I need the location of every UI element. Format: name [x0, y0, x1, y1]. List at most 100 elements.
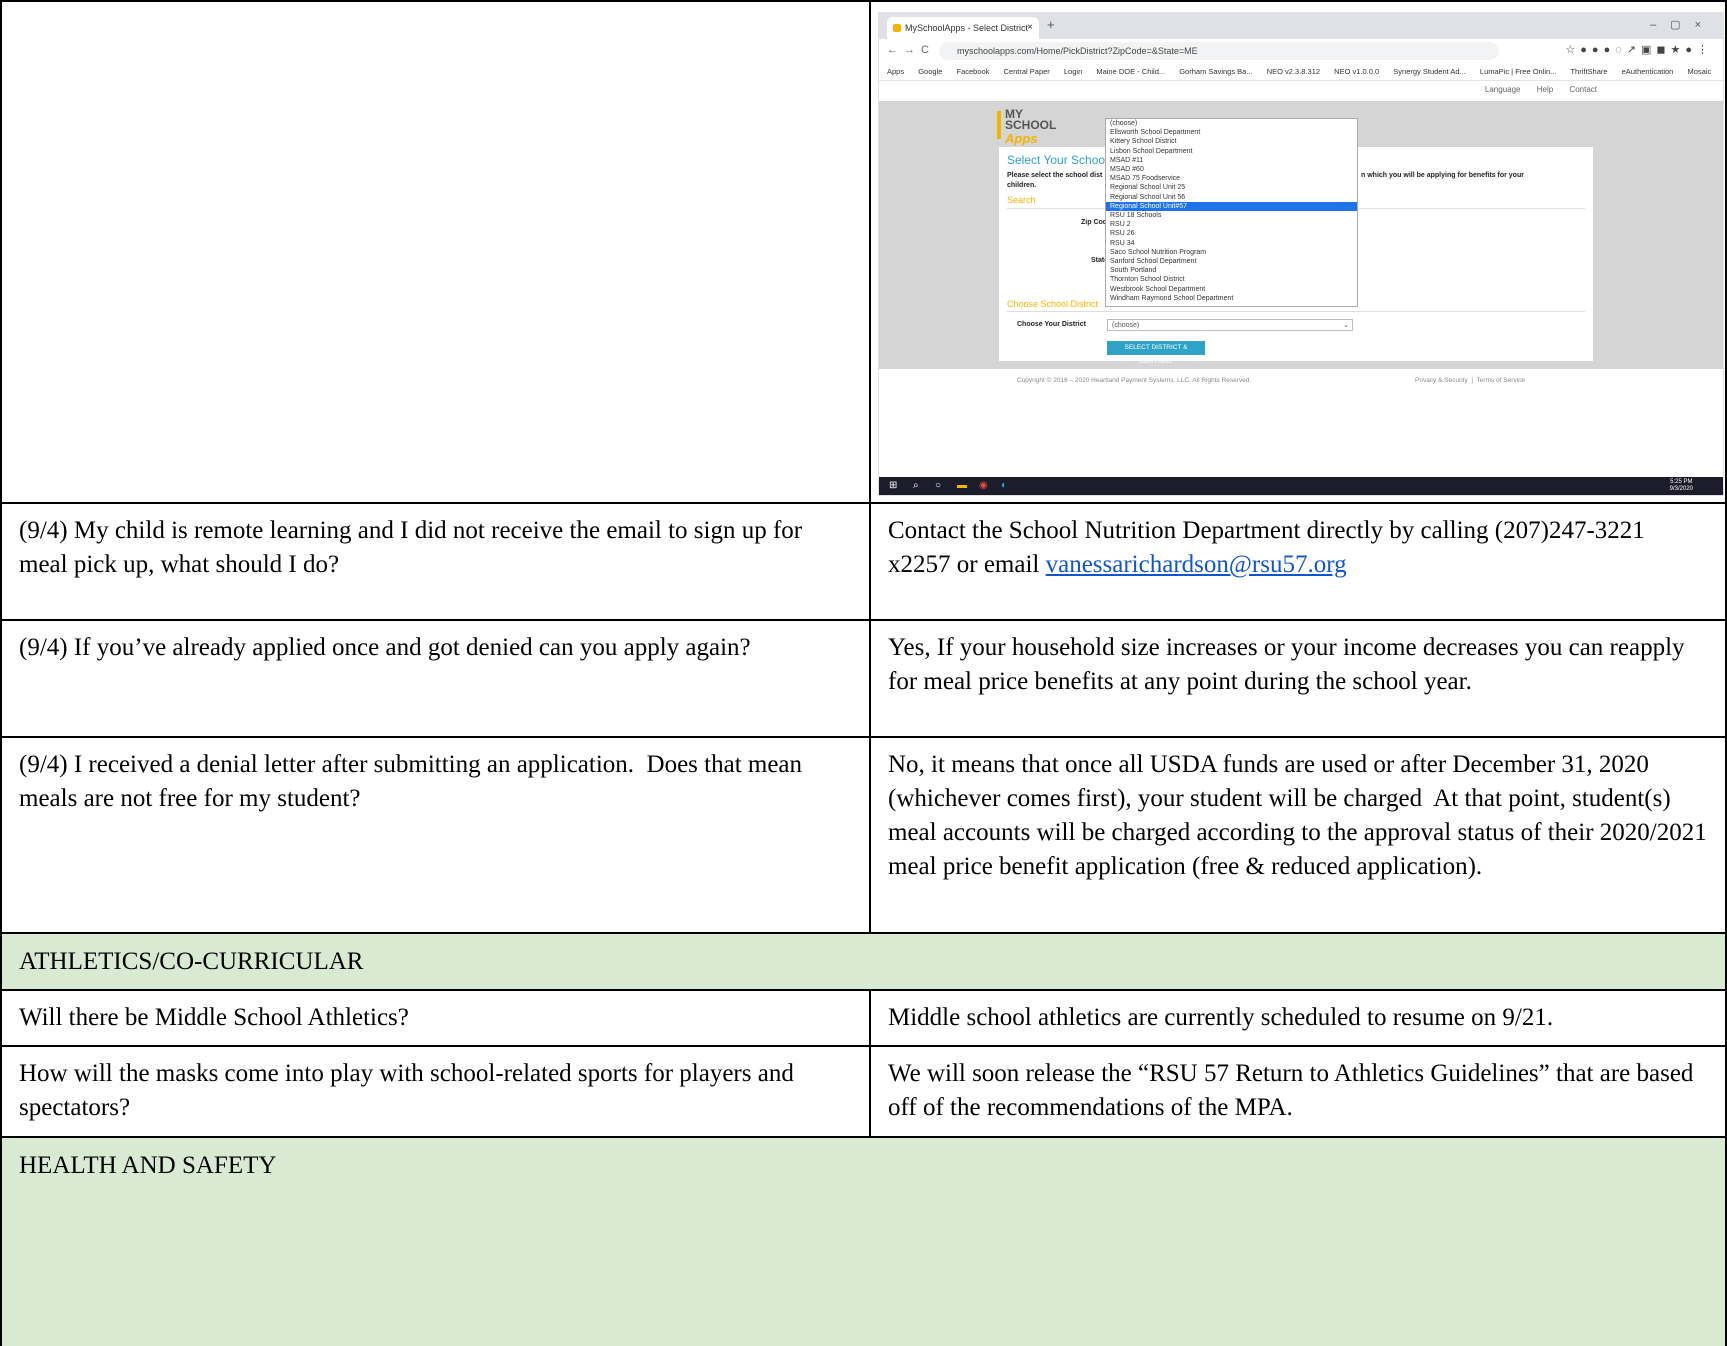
answer-cell: Contact the School Nutrition Department … — [869, 503, 1727, 620]
privacy-link[interactable]: Privacy & Security — [1415, 377, 1468, 384]
windows-start-icon[interactable]: ⊞ — [889, 480, 897, 491]
screenshot-row: MySchoolApps - Select District × + –▢× ←… — [0, 0, 1727, 503]
file-explorer-icon[interactable]: ▬ — [957, 480, 967, 491]
answer-cell: Yes, If your household size increases or… — [869, 620, 1727, 737]
task-view-icon[interactable]: ○ — [935, 480, 941, 491]
bookmark[interactable]: Login — [1064, 67, 1082, 76]
bookmark[interactable]: Maine DOE - Child... — [1096, 67, 1165, 76]
bookmark[interactable]: Central Paper — [1004, 67, 1050, 76]
question-text: (9/4) My child is remote learning and I … — [19, 517, 809, 578]
section-title: ATHLETICS/CO-CURRICULAR — [19, 948, 364, 975]
dropdown-option[interactable]: Lisbon School Department — [1106, 147, 1357, 156]
table-row: How will the masks come into play with s… — [0, 1046, 1727, 1137]
clock-time: 5:25 PM — [1670, 479, 1693, 485]
dropdown-option[interactable]: MSAD #11 — [1106, 156, 1357, 165]
table-row: (9/4) If you’ve already applied once and… — [0, 620, 1727, 737]
site-top-links: Language Help Contact — [1471, 85, 1597, 94]
copyright-text: Copyright © 2016 – 2020 Heartland Paymen… — [1017, 377, 1252, 384]
dropdown-option[interactable]: Thornton School District — [1106, 275, 1357, 284]
dropdown-option[interactable]: RSU 18 Schools — [1106, 211, 1357, 220]
bookmark[interactable]: LumaPic | Free Onlin... — [1480, 67, 1557, 76]
bookmark[interactable]: NEO v1.0.0.0 — [1334, 67, 1379, 76]
district-label: Choose Your District — [1017, 321, 1086, 328]
bookmark[interactable]: Synergy Student Ad... — [1393, 67, 1466, 76]
district-select[interactable]: (choose) ⌄ — [1107, 319, 1353, 331]
answer-cell: We will soon release the “RSU 57 Return … — [869, 1046, 1727, 1137]
bookmark[interactable]: eAuthentication — [1622, 67, 1674, 76]
select-district-continue-button[interactable]: SELECT DISTRICT & CONTINUE — [1107, 341, 1205, 365]
district-dropdown-list[interactable]: (choose) Ellsworth School Department Kitte… — [1105, 118, 1358, 307]
help-link[interactable]: Help — [1537, 85, 1553, 94]
answer-text: Middle school athletics are currently sc… — [888, 1004, 1554, 1031]
instructions-left: Please select the school dist — [1007, 172, 1103, 179]
dropdown-option[interactable]: RSU 34 — [1106, 239, 1357, 248]
card-heading: Select Your School — [1007, 153, 1108, 167]
url-field[interactable]: myschoolapps.com/Home/PickDistrict?ZipCo… — [939, 42, 1499, 60]
choose-district-heading: Choose School District — [1007, 299, 1099, 309]
dropdown-option[interactable]: Regional School Unit 56 — [1106, 193, 1357, 202]
email-link[interactable]: vanessarichardson@rsu57.org — [1046, 551, 1347, 578]
dropdown-option[interactable]: Regional School Unit 25 — [1106, 183, 1357, 192]
nav-arrows-icon[interactable]: ←→C — [887, 44, 935, 56]
logo-text: SCHOOL — [1005, 118, 1057, 132]
section-cell: ATHLETICS/CO-CURRICULAR — [0, 933, 1727, 990]
bookmark[interactable]: NEO v2.3.8.312 — [1267, 67, 1320, 76]
chevron-down-icon: ⌄ — [1343, 322, 1349, 329]
bookmark[interactable]: ThriftShare — [1570, 67, 1607, 76]
dropdown-option[interactable]: South Portland — [1106, 266, 1357, 275]
empty-cell — [0, 0, 870, 503]
new-tab-icon[interactable]: + — [1047, 17, 1055, 32]
question-cell: How will the masks come into play with s… — [0, 1046, 870, 1137]
embedded-screenshot: MySchoolApps - Select District × + –▢× ←… — [878, 12, 1724, 496]
row-divider — [0, 1045, 1727, 1047]
bookmark[interactable]: Google — [918, 67, 942, 76]
close-tab-icon[interactable]: × — [1027, 17, 1033, 39]
question-text: (9/4) If you’ve already applied once and… — [19, 634, 751, 661]
answer-cell: No, it means that once all USDA funds ar… — [869, 737, 1727, 933]
instructions-line2: children. — [1007, 182, 1037, 189]
question-cell: Will there be Middle School Athletics? — [0, 990, 870, 1046]
dropdown-option[interactable]: RSU 26 — [1106, 229, 1357, 238]
answer-text: Yes, If your household size increases or… — [888, 634, 1691, 695]
dropdown-option[interactable]: Westbrook School Department — [1106, 285, 1357, 294]
dropdown-option[interactable]: Kittery School District — [1106, 137, 1357, 146]
language-link[interactable]: Language — [1485, 85, 1521, 94]
myschoolapps-logo: MY SCHOOL Apps — [997, 108, 1087, 146]
address-bar-row: ←→C myschoolapps.com/Home/PickDistrict?Z… — [879, 39, 1723, 64]
bookmark[interactable]: Gorham Savings Ba... — [1179, 67, 1252, 76]
browser-tab-bar: MySchoolApps - Select District × + –▢× — [879, 13, 1723, 39]
bookmarks-bar: Apps Google Facebook Central Paper Login… — [879, 63, 1723, 81]
row-divider — [0, 736, 1727, 738]
footer-links: Privacy & Security | Terms of Service — [1415, 377, 1525, 384]
browser-tab[interactable]: MySchoolApps - Select District × — [887, 17, 1039, 39]
dropdown-option[interactable]: Saco School Nutrition Program — [1106, 248, 1357, 257]
row-divider — [0, 619, 1727, 621]
row-divider — [0, 502, 1727, 504]
answer-text: Contact the School Nutrition Department … — [869, 503, 1727, 582]
section-title: HEALTH AND SAFETY — [19, 1152, 277, 1179]
dropdown-option[interactable]: RSU 2 — [1106, 220, 1357, 229]
terms-link[interactable]: Terms of Service — [1477, 377, 1525, 384]
favicon-icon — [893, 24, 901, 32]
contact-link[interactable]: Contact — [1569, 85, 1597, 94]
dropdown-option[interactable]: MSAD #60 — [1106, 165, 1357, 174]
edge-icon[interactable]: ◐ — [1001, 480, 1007, 491]
dropdown-option[interactable]: (choose) — [1106, 119, 1357, 128]
dropdown-option[interactable]: Regional School Unit#57 — [1106, 201, 1357, 212]
chrome-icon[interactable]: ◉ — [979, 480, 988, 491]
dropdown-option[interactable]: MSAD 75 Foodservice — [1106, 174, 1357, 183]
extension-icons[interactable]: ☆●●●◌↗▣◼★●⋮ — [1565, 43, 1713, 56]
clock-date: 9/3/2020 — [1669, 486, 1693, 492]
dropdown-option[interactable]: Ellsworth School Department — [1106, 128, 1357, 137]
question-cell: (9/4) I received a denial letter after s… — [0, 737, 870, 933]
search-icon[interactable]: ⌕ — [913, 480, 919, 491]
bookmark[interactable]: Apps — [887, 67, 904, 76]
bookmark[interactable]: Facebook — [956, 67, 989, 76]
table-row: (9/4) My child is remote learning and I … — [0, 503, 1727, 620]
section-header-health: HEALTH AND SAFETY — [0, 1137, 1727, 1346]
window-controls-icon[interactable]: –▢× — [1650, 18, 1715, 31]
bookmark[interactable]: Mosaic — [1687, 67, 1711, 76]
dropdown-option[interactable]: Windham Raymond School Department — [1106, 294, 1357, 303]
dropdown-option[interactable]: Sanford School Department — [1106, 257, 1357, 266]
search-heading: Search — [1007, 195, 1036, 205]
